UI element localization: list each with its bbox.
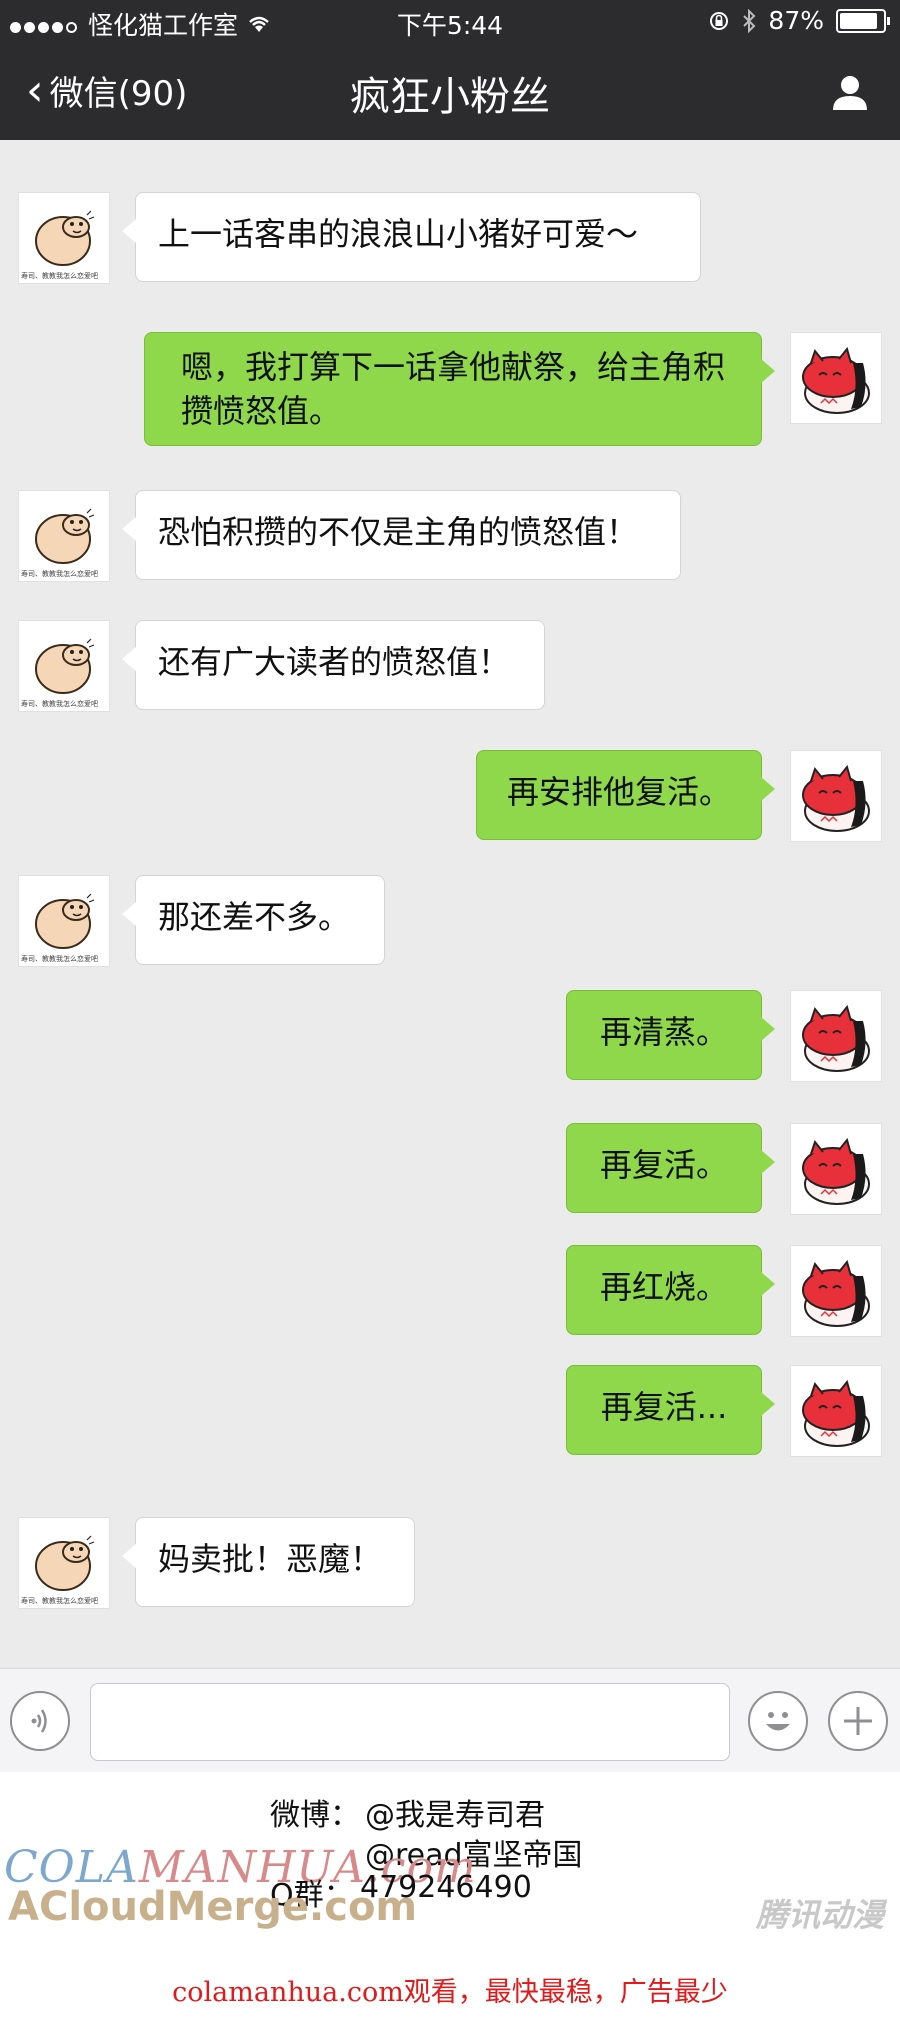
incoming-message-bubble[interactable]: 那还差不多。 <box>122 875 385 965</box>
incoming-message-bubble[interactable]: 妈卖批！恶魔！ <box>122 1517 415 1607</box>
incoming-message-row: 寿司、教教我怎么恋爱吧 上一话客串的浪浪山小猪好可爱～ <box>0 192 900 284</box>
my-avatar[interactable] <box>790 1365 882 1457</box>
smiley-icon <box>766 1712 790 1731</box>
outgoing-message-bubble[interactable]: 再红烧。 <box>566 1245 775 1335</box>
battery-icon <box>836 8 890 33</box>
outgoing-message-bubble[interactable]: 嗯，我打算下一话拿他献祭，给主角积攒愤怒值。 <box>144 332 775 446</box>
outgoing-message-row: 再安排他复活。 <box>0 750 900 842</box>
outgoing-message-bubble[interactable]: 再安排他复活。 <box>476 750 775 840</box>
outgoing-message-row: 再复活。 <box>0 1123 900 1215</box>
emoji-button[interactable] <box>748 1691 808 1751</box>
bluetooth-icon <box>743 8 756 33</box>
incoming-message-row: 寿司、教教我怎么恋爱吧 那还差不多。 <box>0 875 900 967</box>
incoming-message-row: 寿司、教教我怎么恋爱吧 恐怕积攒的不仅是主角的愤怒值！ <box>0 490 900 582</box>
sushi-cat-icon <box>802 1379 870 1447</box>
sushi-cat-icon <box>802 1004 870 1072</box>
outgoing-message-bubble[interactable]: 再清蒸。 <box>566 990 775 1080</box>
sender-avatar[interactable]: 寿司、教教我怎么恋爱吧 <box>18 192 110 284</box>
sender-avatar[interactable]: 寿司、教教我怎么恋爱吧 <box>18 875 110 967</box>
incoming-message-bubble[interactable]: 恐怕积攒的不仅是主角的愤怒值！ <box>122 490 681 580</box>
weibo-account-1: @我是寿司君 <box>365 1798 545 1833</box>
weibo-label: 微博： <box>270 1798 360 1833</box>
sushi-cat-icon <box>802 1137 870 1205</box>
message-input[interactable] <box>90 1683 730 1761</box>
credits-footer: 微博： @我是寿司君 @read富坚帝国 COLAMANHUA.com Q群： … <box>0 1772 900 2027</box>
incoming-message-row: 寿司、教教我怎么恋爱吧 妈卖批！恶魔！ <box>0 1517 900 1609</box>
outgoing-message-bubble[interactable]: 再复活。 <box>566 1123 775 1213</box>
more-actions-button[interactable] <box>828 1691 888 1751</box>
outgoing-message-row: 再复活... <box>0 1365 900 1457</box>
status-bar: 怪化猫工作室 下午5:44 87% <box>0 0 900 44</box>
watermark-tencent: 腾讯动漫 <box>755 1896 884 1934</box>
plus-icon <box>844 1707 872 1735</box>
sushi-cat-icon <box>802 1259 870 1327</box>
chat-title: 疯狂小粉丝 <box>350 74 550 120</box>
outgoing-message-row: 再清蒸。 <box>0 990 900 1082</box>
outgoing-message-row: 再红烧。 <box>0 1245 900 1337</box>
input-bar <box>0 1668 900 1773</box>
incoming-message-bubble[interactable]: 上一话客串的浪浪山小猪好可爱～ <box>122 192 701 282</box>
rotation-lock-icon <box>710 11 729 30</box>
ad-text: colamanhua.com观看，最快最稳，广告最少 <box>172 1977 728 2008</box>
battery-percent: 87% <box>768 6 824 35</box>
voice-toggle-button[interactable] <box>10 1691 70 1751</box>
sender-avatar[interactable]: 寿司、教教我怎么恋爱吧 <box>18 490 110 582</box>
nav-bar: ‹ 微信(90) 疯狂小粉丝 <box>0 44 900 140</box>
sushi-cat-icon <box>802 346 870 414</box>
incoming-message-bubble[interactable]: 还有广大读者的愤怒值！ <box>122 620 545 710</box>
voice-icon <box>31 1709 47 1733</box>
incoming-message-row: 寿司、教教我怎么恋爱吧 还有广大读者的愤怒值！ <box>0 620 900 712</box>
chat-area[interactable]: 寿司、教教我怎么恋爱吧 上一话客串的浪浪山小猪好可爱～ 嗯，我打算下一话拿他献祭，… <box>0 140 900 1670</box>
sender-avatar[interactable]: 寿司、教教我怎么恋爱吧 <box>18 1517 110 1609</box>
my-avatar[interactable] <box>790 990 882 1082</box>
outgoing-message-row: 嗯，我打算下一话拿他献祭，给主角积攒愤怒值。 <box>0 332 900 446</box>
contact-profile-icon[interactable] <box>830 72 870 112</box>
sushi-cat-icon <box>802 764 870 832</box>
my-avatar[interactable] <box>790 332 882 424</box>
watermark-acloudmerge: ACloudMerge.com <box>8 1884 418 1930</box>
my-avatar[interactable] <box>790 1123 882 1215</box>
my-avatar[interactable] <box>790 750 882 842</box>
sender-avatar[interactable]: 寿司、教教我怎么恋爱吧 <box>18 620 110 712</box>
my-avatar[interactable] <box>790 1245 882 1337</box>
outgoing-message-bubble[interactable]: 再复活... <box>566 1365 775 1455</box>
